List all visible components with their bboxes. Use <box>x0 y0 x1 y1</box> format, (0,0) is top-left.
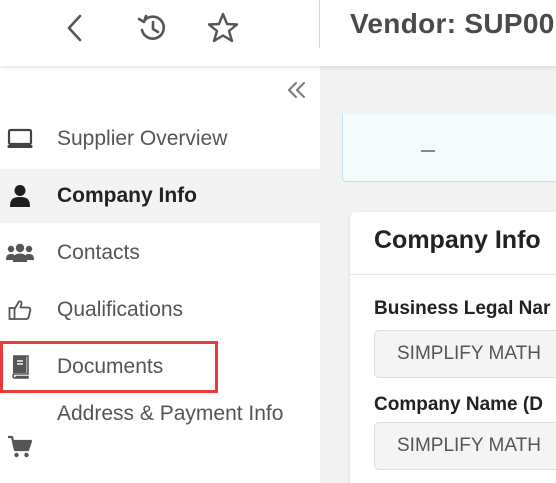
business-legal-name-field[interactable]: SIMPLIFY MATH <box>374 330 556 378</box>
company-name-field[interactable]: SIMPLIFY MATH <box>374 422 556 470</box>
double-chevron-left-icon <box>288 82 305 98</box>
favorite-button[interactable] <box>203 8 243 48</box>
sidebar-item-label: Address & Payment Info <box>57 402 284 425</box>
sidebar-item-supplier-overview[interactable]: Supplier Overview <box>0 112 320 166</box>
header-divider <box>319 0 320 48</box>
book-icon <box>6 353 34 381</box>
history-button[interactable] <box>133 8 173 48</box>
sidebar-item-label: Company Info <box>57 184 197 207</box>
sidebar-item-label: Documents <box>57 355 164 378</box>
sidebar-item-qualifications[interactable]: Qualifications <box>0 283 320 337</box>
sidebar-item-company-info[interactable]: Company Info <box>0 169 320 223</box>
info-banner <box>342 114 556 182</box>
star-outline-icon <box>207 12 239 43</box>
history-icon <box>137 14 166 40</box>
sidebar-item-address-payment[interactable]: Address & Payment Info <box>0 397 320 459</box>
sidebar: Supplier Overview Company Info Contacts <box>0 66 320 483</box>
business-legal-name-label: Business Legal Nar <box>374 298 551 319</box>
document-icon <box>421 142 435 152</box>
page-title: Vendor: SUP00 <box>350 8 555 39</box>
sidebar-item-documents[interactable]: Documents <box>0 340 320 394</box>
card-divider <box>350 274 556 275</box>
back-button[interactable] <box>55 8 95 48</box>
company-info-card: Company Info Business Legal Nar SIMPLIFY… <box>350 212 556 483</box>
monitor-icon <box>6 125 34 153</box>
card-title: Company Info <box>374 226 541 254</box>
sidebar-item-contacts[interactable]: Contacts <box>0 226 320 280</box>
main-content: Company Info Business Legal Nar SIMPLIFY… <box>320 66 556 483</box>
sidebar-item-label: Qualifications <box>57 298 184 321</box>
sidebar-item-label: Supplier Overview <box>57 127 228 150</box>
users-icon <box>6 239 34 267</box>
sidebar-item-label: Contacts <box>57 241 140 264</box>
company-name-label: Company Name (D <box>374 394 543 415</box>
collapse-sidebar-button[interactable] <box>284 77 310 103</box>
cart-icon <box>6 433 34 461</box>
thumbs-up-icon <box>6 296 34 324</box>
chevron-left-icon <box>67 14 82 42</box>
top-bar: Vendor: SUP00 <box>0 0 556 66</box>
user-icon <box>6 182 34 210</box>
